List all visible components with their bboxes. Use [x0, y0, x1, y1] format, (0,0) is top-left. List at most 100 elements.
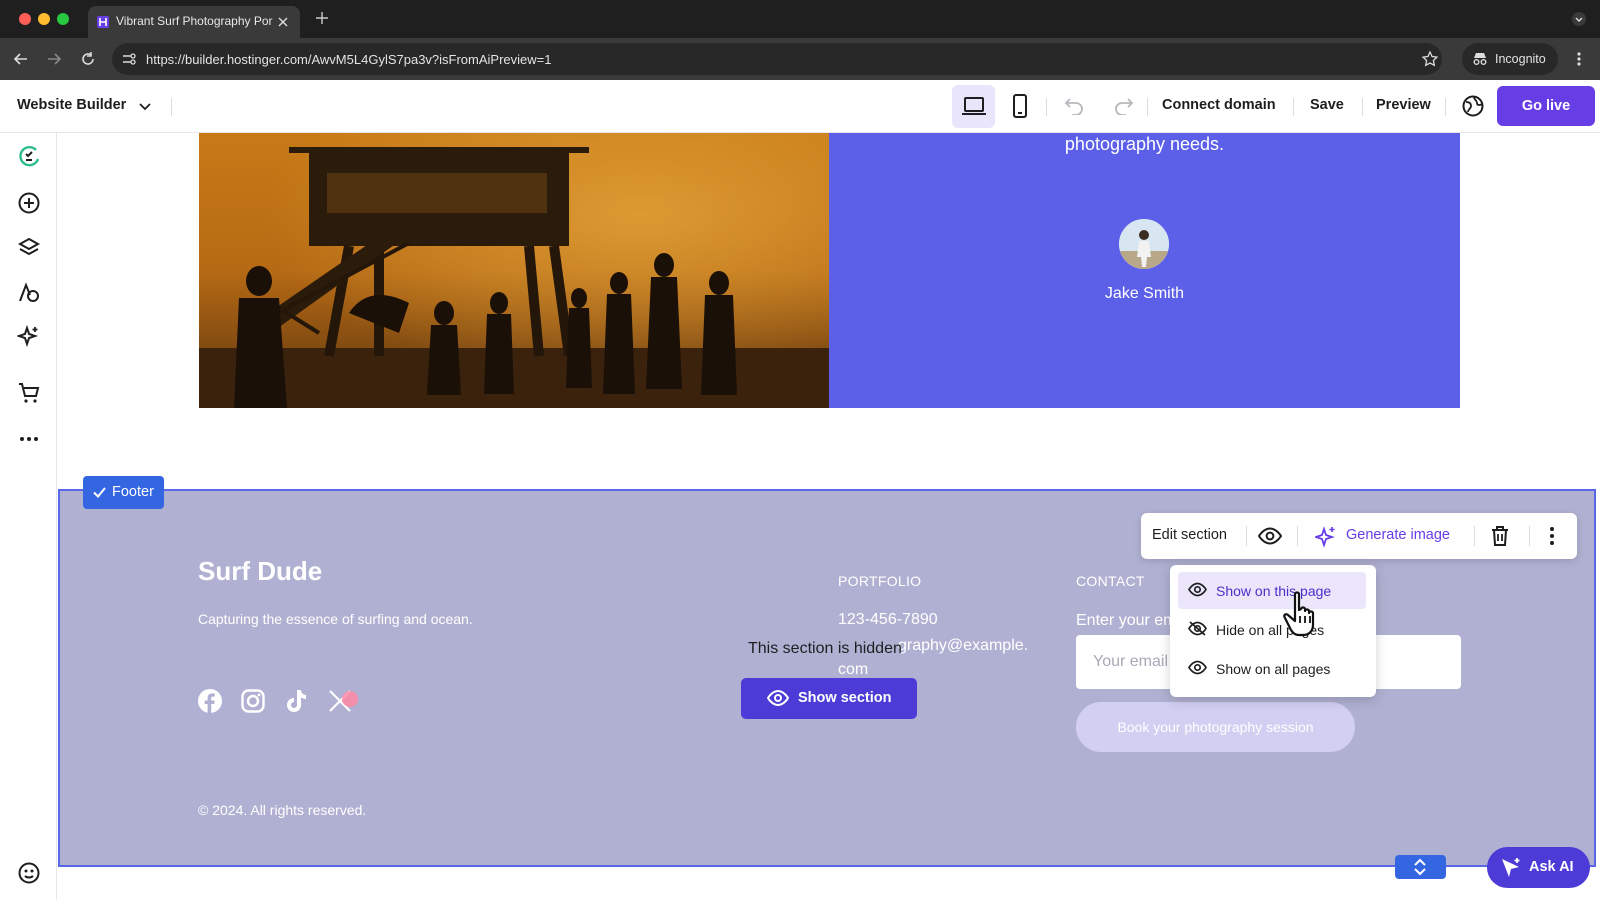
pointer-cursor-icon [1283, 591, 1315, 637]
delete-trash-icon[interactable] [1491, 526, 1509, 546]
desktop-icon [962, 97, 986, 115]
notification-badge [342, 691, 358, 707]
undo-icon[interactable] [1064, 97, 1084, 115]
more-icon[interactable] [17, 427, 41, 451]
menu-item-label: Show on all pages [1216, 661, 1331, 677]
eye-off-icon [1188, 621, 1207, 636]
divider [1362, 98, 1363, 116]
footer-email-tail: com [838, 661, 869, 678]
generate-image-button[interactable]: Generate image [1346, 527, 1450, 543]
preview-button[interactable]: Preview [1376, 97, 1431, 113]
show-section-button[interactable]: Show section [741, 678, 917, 719]
go-live-button[interactable]: Go live [1497, 86, 1595, 126]
visibility-menu: Show on this page Hide on all pages Show… [1170, 565, 1376, 697]
email-placeholder: Your email [1093, 653, 1169, 670]
book-session-button[interactable]: Book your photography session [1076, 702, 1355, 752]
newsletter-label: Enter your em [1076, 612, 1177, 629]
divider [1474, 526, 1475, 546]
testimonial-quote: photography needs. [1064, 134, 1225, 154]
incognito-label: Incognito [1495, 52, 1546, 66]
menu-item-hide-on-all-pages[interactable]: Hide on all pages [1178, 611, 1366, 648]
chevron-down-icon[interactable] [139, 100, 151, 112]
browser-menu-icon[interactable] [1576, 51, 1582, 67]
mobile-view-icon[interactable] [1012, 94, 1028, 118]
ai-sparkle-icon [1502, 858, 1520, 877]
ask-ai-button[interactable]: Ask AI [1487, 847, 1590, 888]
url-text: https://builder.hostinger.com/AwvM5L4Gyl… [146, 52, 552, 67]
sunset-beach-photo [199, 133, 829, 408]
window-close-button[interactable] [19, 13, 31, 25]
desktop-view-button[interactable] [952, 85, 995, 128]
browser-tab[interactable]: Vibrant Surf Photography Por [88, 6, 300, 38]
footer-phone[interactable]: 123-456-7890 [838, 611, 938, 629]
sparkle-icon [1315, 526, 1335, 548]
left-sidebar [0, 133, 57, 900]
ask-ai-label: Ask AI [1529, 859, 1574, 875]
show-section-label: Show section [798, 690, 892, 706]
book-session-label: Book your photography session [1117, 719, 1314, 735]
store-icon[interactable] [17, 381, 41, 405]
back-icon[interactable] [13, 51, 29, 67]
ai-tools-icon[interactable] [17, 325, 41, 349]
menu-item-show-on-all-pages[interactable]: Show on all pages [1178, 650, 1366, 687]
testimonial-image[interactable] [199, 133, 829, 408]
author-photo [1119, 219, 1169, 269]
layers-icon[interactable] [17, 236, 41, 260]
bookmark-star-icon[interactable] [1422, 51, 1438, 67]
testimonial-panel[interactable]: photography needs. Jake Smith [829, 133, 1460, 408]
footer-tag-label: Footer [112, 484, 154, 500]
check-icon [93, 487, 106, 498]
incognito-icon [1473, 53, 1487, 65]
edit-section-button[interactable]: Edit section [1152, 527, 1227, 543]
testimonial-author: Jake Smith [1104, 285, 1185, 302]
footer-copyright: © 2024. All rights reserved. [198, 802, 367, 818]
styles-icon[interactable] [17, 281, 41, 305]
footer-email[interactable]: graphy@example. [898, 637, 1028, 655]
builder-topbar: Website Builder Connect domain Save Prev… [0, 80, 1600, 133]
add-element-icon[interactable] [17, 191, 41, 215]
contact-heading: CONTACT [1076, 573, 1145, 589]
reorder-section-button[interactable] [1395, 855, 1446, 879]
section-hidden-notice: This section is hidden [748, 640, 902, 657]
redo-icon[interactable] [1114, 97, 1134, 115]
tab-search-icon[interactable] [1572, 12, 1586, 26]
divider [1147, 98, 1148, 116]
browser-toolbar: https://builder.hostinger.com/AwvM5L4Gyl… [0, 38, 1600, 80]
divider [1529, 526, 1530, 546]
help-icon[interactable] [17, 861, 41, 885]
globe-icon[interactable] [1462, 95, 1484, 117]
close-tab-icon[interactable] [278, 17, 288, 27]
browser-tab-bar: Vibrant Surf Photography Por [0, 0, 1600, 38]
chevron-up-down-icon [1414, 858, 1426, 876]
new-tab-icon[interactable] [316, 12, 328, 24]
divider [171, 98, 172, 116]
footer-section-tag[interactable]: Footer [83, 476, 164, 509]
menu-item-show-on-this-page[interactable]: Show on this page [1178, 572, 1366, 609]
instagram-icon[interactable] [241, 689, 265, 713]
incognito-indicator[interactable]: Incognito [1462, 43, 1558, 75]
divider [1293, 98, 1294, 116]
portfolio-heading: PORTFOLIO [838, 573, 922, 589]
website-builder-menu[interactable]: Website Builder [17, 97, 126, 113]
visibility-eye-icon[interactable] [1258, 527, 1282, 545]
facebook-icon[interactable] [198, 689, 222, 713]
forward-icon[interactable] [46, 51, 62, 67]
hostinger-favicon-icon [97, 16, 109, 28]
eye-icon [1188, 660, 1207, 675]
window-minimize-button[interactable] [38, 13, 50, 25]
window-zoom-button[interactable] [57, 13, 69, 25]
tab-title: Vibrant Surf Photography Por [116, 14, 273, 28]
site-info-icon[interactable] [122, 52, 136, 66]
footer-tagline: Capturing the essence of surfing and oce… [198, 611, 473, 627]
divider [1246, 526, 1247, 546]
reload-icon[interactable] [80, 51, 96, 67]
save-button[interactable]: Save [1310, 97, 1344, 113]
divider [1297, 526, 1298, 546]
connect-domain-button[interactable]: Connect domain [1162, 97, 1276, 113]
address-bar[interactable]: https://builder.hostinger.com/AwvM5L4Gyl… [112, 43, 1442, 75]
ai-assistant-icon[interactable] [17, 145, 41, 169]
avatar [1119, 219, 1169, 269]
tiktok-icon[interactable] [285, 689, 307, 713]
section-toolbar: Edit section Generate image [1141, 513, 1577, 559]
more-options-icon[interactable] [1549, 526, 1555, 546]
